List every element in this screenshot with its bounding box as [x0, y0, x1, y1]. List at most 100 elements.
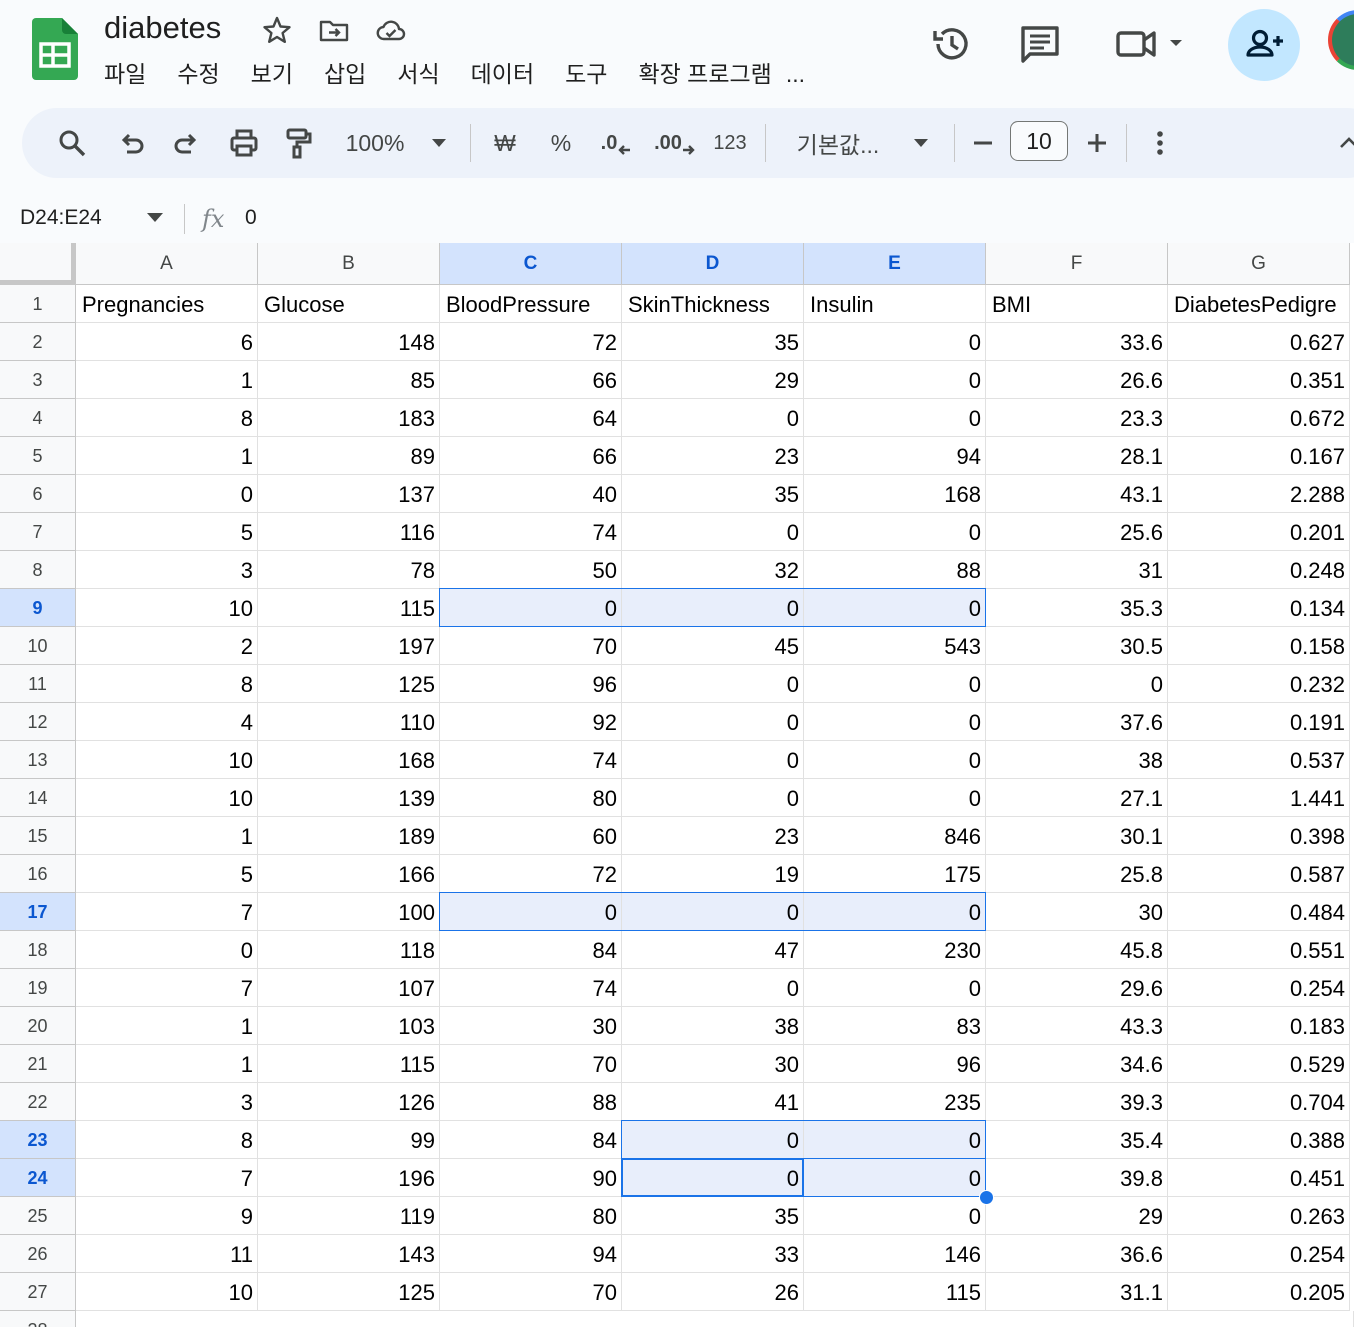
- header-cell-b1[interactable]: Glucose: [258, 285, 440, 323]
- cell-a3[interactable]: 1: [76, 361, 258, 399]
- cell-d18[interactable]: 47: [622, 931, 804, 969]
- cell-e10[interactable]: 543: [804, 627, 986, 665]
- cell-c18[interactable]: 84: [440, 931, 622, 969]
- cell-c8[interactable]: 50: [440, 551, 622, 589]
- cell-e24[interactable]: 0: [804, 1159, 986, 1197]
- row-header-6[interactable]: 6: [0, 475, 76, 513]
- cell-d12[interactable]: 0: [622, 703, 804, 741]
- row-header-28[interactable]: 28: [0, 1311, 76, 1327]
- cell-d19[interactable]: 0: [622, 969, 804, 1007]
- row-header-23[interactable]: 23: [0, 1121, 76, 1159]
- column-header-a[interactable]: A: [76, 243, 258, 285]
- cell-f22[interactable]: 39.3: [986, 1083, 1168, 1121]
- cell-b17[interactable]: 100: [258, 893, 440, 931]
- cell-g14[interactable]: 1.441: [1168, 779, 1350, 817]
- cell-g20[interactable]: 0.183: [1168, 1007, 1350, 1045]
- cell-d24[interactable]: 0: [622, 1159, 804, 1197]
- row-header-24[interactable]: 24: [0, 1159, 76, 1197]
- header-cell-d1[interactable]: SkinThickness: [622, 285, 804, 323]
- cell-a5[interactable]: 1: [76, 437, 258, 475]
- row-header-5[interactable]: 5: [0, 437, 76, 475]
- cell-a12[interactable]: 4: [76, 703, 258, 741]
- cell-d11[interactable]: 0: [622, 665, 804, 703]
- cell-b3[interactable]: 85: [258, 361, 440, 399]
- cell-b22[interactable]: 126: [258, 1083, 440, 1121]
- increase-font-size-icon[interactable]: [1080, 108, 1114, 178]
- cell-e16[interactable]: 175: [804, 855, 986, 893]
- cell-c9[interactable]: 0: [440, 589, 622, 627]
- menu-view[interactable]: 보기: [251, 56, 293, 92]
- cell-a21[interactable]: 1: [76, 1045, 258, 1083]
- cell-b23[interactable]: 99: [258, 1121, 440, 1159]
- cell-a4[interactable]: 8: [76, 399, 258, 437]
- row-header-22[interactable]: 22: [0, 1083, 76, 1121]
- cell-b10[interactable]: 197: [258, 627, 440, 665]
- cell-c3[interactable]: 66: [440, 361, 622, 399]
- cell-a26[interactable]: 11: [76, 1235, 258, 1273]
- cell-g13[interactable]: 0.537: [1168, 741, 1350, 779]
- collapse-chevron-icon[interactable]: [1334, 108, 1354, 178]
- cell-b27[interactable]: 125: [258, 1273, 440, 1311]
- row-header-12[interactable]: 12: [0, 703, 76, 741]
- cell-e21[interactable]: 96: [804, 1045, 986, 1083]
- name-box[interactable]: D24:E24: [20, 200, 102, 236]
- cell-g24[interactable]: 0.451: [1168, 1159, 1350, 1197]
- cell-a11[interactable]: 8: [76, 665, 258, 703]
- cell-e12[interactable]: 0: [804, 703, 986, 741]
- cell-b12[interactable]: 110: [258, 703, 440, 741]
- row-header-21[interactable]: 21: [0, 1045, 76, 1083]
- cell-g3[interactable]: 0.351: [1168, 361, 1350, 399]
- paint-format-icon[interactable]: [278, 108, 318, 178]
- more-options-icon[interactable]: [1144, 108, 1176, 178]
- cell-c2[interactable]: 72: [440, 323, 622, 361]
- cell-a6[interactable]: 0: [76, 475, 258, 513]
- cell-b5[interactable]: 89: [258, 437, 440, 475]
- select-all-corner[interactable]: [0, 243, 76, 285]
- cell-b11[interactable]: 125: [258, 665, 440, 703]
- version-history-icon[interactable]: [930, 22, 974, 66]
- font-dropdown-icon[interactable]: [906, 108, 936, 178]
- account-avatar[interactable]: [1328, 10, 1354, 70]
- cell-a16[interactable]: 5: [76, 855, 258, 893]
- cell-a22[interactable]: 3: [76, 1083, 258, 1121]
- cell-d16[interactable]: 19: [622, 855, 804, 893]
- cell-e26[interactable]: 146: [804, 1235, 986, 1273]
- cell-b6[interactable]: 137: [258, 475, 440, 513]
- share-button[interactable]: [1228, 9, 1300, 81]
- decrease-decimal-button[interactable]: .0: [596, 108, 636, 178]
- cell-g6[interactable]: 2.288: [1168, 475, 1350, 513]
- cell-b25[interactable]: 119: [258, 1197, 440, 1235]
- cell-e3[interactable]: 0: [804, 361, 986, 399]
- cell-b7[interactable]: 116: [258, 513, 440, 551]
- cell-g17[interactable]: 0.484: [1168, 893, 1350, 931]
- cell-c26[interactable]: 94: [440, 1235, 622, 1273]
- cell-a19[interactable]: 7: [76, 969, 258, 1007]
- cell-e9[interactable]: 0: [804, 589, 986, 627]
- cell-d8[interactable]: 32: [622, 551, 804, 589]
- row-header-19[interactable]: 19: [0, 969, 76, 1007]
- cell-g21[interactable]: 0.529: [1168, 1045, 1350, 1083]
- cell-f16[interactable]: 25.8: [986, 855, 1168, 893]
- cell-c20[interactable]: 30: [440, 1007, 622, 1045]
- cell-g7[interactable]: 0.201: [1168, 513, 1350, 551]
- cell-d25[interactable]: 35: [622, 1197, 804, 1235]
- cell-f10[interactable]: 30.5: [986, 627, 1168, 665]
- menu-extensions[interactable]: 확장 프로그램: [638, 56, 771, 92]
- cell-e19[interactable]: 0: [804, 969, 986, 1007]
- cell-g18[interactable]: 0.551: [1168, 931, 1350, 969]
- cell-e14[interactable]: 0: [804, 779, 986, 817]
- cell-b26[interactable]: 143: [258, 1235, 440, 1273]
- more-formats-button[interactable]: 123: [708, 108, 752, 178]
- search-menus-icon[interactable]: [52, 108, 92, 178]
- header-cell-g1[interactable]: DiabetesPedigre: [1168, 285, 1350, 323]
- cell-f27[interactable]: 31.1: [986, 1273, 1168, 1311]
- cell-c23[interactable]: 84: [440, 1121, 622, 1159]
- cell-c5[interactable]: 66: [440, 437, 622, 475]
- cell-g23[interactable]: 0.388: [1168, 1121, 1350, 1159]
- cell-d17[interactable]: 0: [622, 893, 804, 931]
- cell-e20[interactable]: 83: [804, 1007, 986, 1045]
- decrease-font-size-icon[interactable]: [966, 108, 1000, 178]
- cloud-saved-icon[interactable]: [375, 14, 407, 46]
- cell-d26[interactable]: 33: [622, 1235, 804, 1273]
- cell-d21[interactable]: 30: [622, 1045, 804, 1083]
